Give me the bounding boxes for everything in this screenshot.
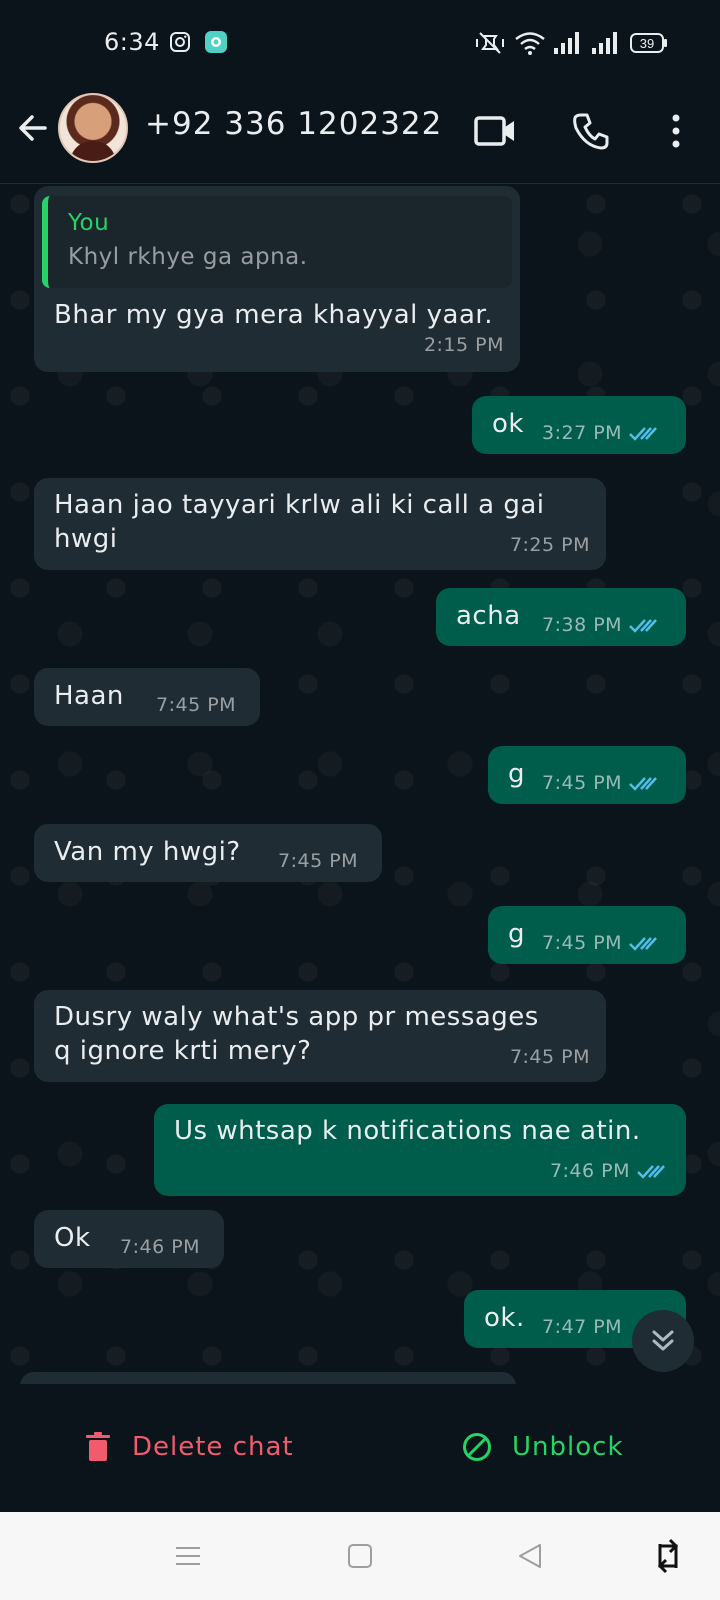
message-text: g [508, 919, 526, 949]
phone-icon[interactable] [566, 106, 616, 156]
rotate-icon[interactable] [644, 1532, 692, 1580]
wifi-icon [514, 30, 546, 56]
message-time: 7:45 PM [542, 926, 660, 960]
contact-name[interactable]: +92 336 1202322 [145, 106, 442, 142]
double-check-icon [629, 776, 657, 791]
message-outgoing[interactable]: g 7:45 PM [488, 906, 686, 964]
message-time: 7:38 PM [542, 608, 660, 642]
message-incoming[interactable]: You Khyl rkhye ga apna. Bhar my gya mera… [34, 186, 520, 372]
message-text: Haan [54, 681, 124, 711]
message-time: 7:46 PM [120, 1236, 201, 1258]
message-text: Bhar my gya mera khayyal yaar. [54, 300, 493, 330]
blocked-contact-bar: Delete chat Unblock [0, 1384, 720, 1512]
chat-messages[interactable]: You Khyl rkhye ga apna. Bhar my gya mera… [0, 184, 720, 1384]
message-text-line: q ignore krti mery? [54, 1036, 312, 1066]
home-icon[interactable] [336, 1532, 384, 1580]
chat-header: +92 336 1202322 [0, 88, 720, 184]
avatar[interactable] [58, 93, 128, 163]
menu-icon[interactable] [164, 1532, 212, 1580]
message-time: 7:45 PM [542, 766, 660, 800]
message-time: 3:27 PM [542, 416, 660, 450]
quote-text: Khyl rkhye ga apna. [68, 244, 308, 270]
message-time: 7:47 PM [542, 1316, 623, 1338]
message-text: Us whtsap k notifications nae atin. [174, 1116, 641, 1146]
message-text-line: hwgi [54, 524, 118, 554]
double-check-icon [629, 426, 657, 441]
unblock-label: Unblock [512, 1432, 624, 1462]
message-outgoing[interactable]: acha 7:38 PM [436, 588, 686, 646]
back-icon[interactable] [506, 1532, 554, 1580]
quoted-message[interactable]: You Khyl rkhye ga apna. [42, 196, 512, 288]
app-notification-icon [204, 30, 228, 56]
delete-chat-label: Delete chat [132, 1432, 294, 1462]
battery-level: 39 [640, 36, 654, 51]
status-bar: 6:34 39 [0, 0, 720, 88]
mute-icon [474, 30, 506, 56]
message-time: 7:25 PM [509, 534, 590, 556]
message-incoming[interactable]: Haan jao tayyari krlw ali ki call a gai … [34, 478, 606, 570]
message-incoming-partial[interactable] [20, 1372, 516, 1384]
status-time: 6:34 [104, 28, 160, 56]
double-check-icon [637, 1164, 665, 1179]
message-outgoing[interactable]: Us whtsap k notifications nae atin. 7:46… [154, 1104, 686, 1196]
message-text-line: Dusry waly what's app pr messages [54, 1002, 539, 1032]
message-time: 7:45 PM [156, 694, 237, 716]
message-text-line: Haan jao tayyari krlw ali ki call a gai [54, 490, 545, 520]
scroll-down-icon[interactable] [632, 1310, 694, 1372]
unblock-button[interactable]: Unblock [462, 1432, 624, 1462]
signal-icon [552, 30, 580, 56]
message-text: Van my hwgi? [54, 837, 241, 867]
trash-icon [86, 1432, 110, 1461]
message-text: ok. [484, 1303, 525, 1333]
message-outgoing[interactable]: g 7:45 PM [488, 746, 686, 804]
video-call-icon[interactable] [470, 106, 520, 156]
message-text: g [508, 759, 526, 789]
message-time: 7:45 PM [509, 1046, 590, 1068]
signal-icon [590, 30, 618, 56]
message-incoming[interactable]: Ok 7:46 PM [34, 1210, 224, 1268]
instagram-icon [168, 30, 192, 56]
message-text: Ok [54, 1223, 91, 1253]
message-text: ok [492, 409, 524, 439]
message-time: 2:15 PM [423, 334, 504, 356]
block-icon [463, 1433, 491, 1461]
message-time: 7:45 PM [278, 850, 359, 872]
message-text: acha [456, 601, 521, 631]
more-icon[interactable] [651, 106, 701, 156]
double-check-icon [629, 936, 657, 951]
back-arrow-icon[interactable] [8, 103, 58, 153]
delete-chat-button[interactable]: Delete chat [86, 1432, 294, 1462]
system-navigation-bar [0, 1512, 720, 1600]
battery-icon: 39 [630, 33, 668, 59]
message-incoming[interactable]: Haan 7:45 PM [34, 668, 260, 726]
message-outgoing[interactable]: ok 3:27 PM [472, 396, 686, 454]
quote-author: You [68, 210, 110, 236]
message-incoming[interactable]: Van my hwgi? 7:45 PM [34, 824, 382, 882]
message-time: 7:46 PM [550, 1154, 668, 1188]
message-incoming[interactable]: Dusry waly what's app pr messages q igno… [34, 990, 606, 1082]
double-check-icon [629, 618, 657, 633]
